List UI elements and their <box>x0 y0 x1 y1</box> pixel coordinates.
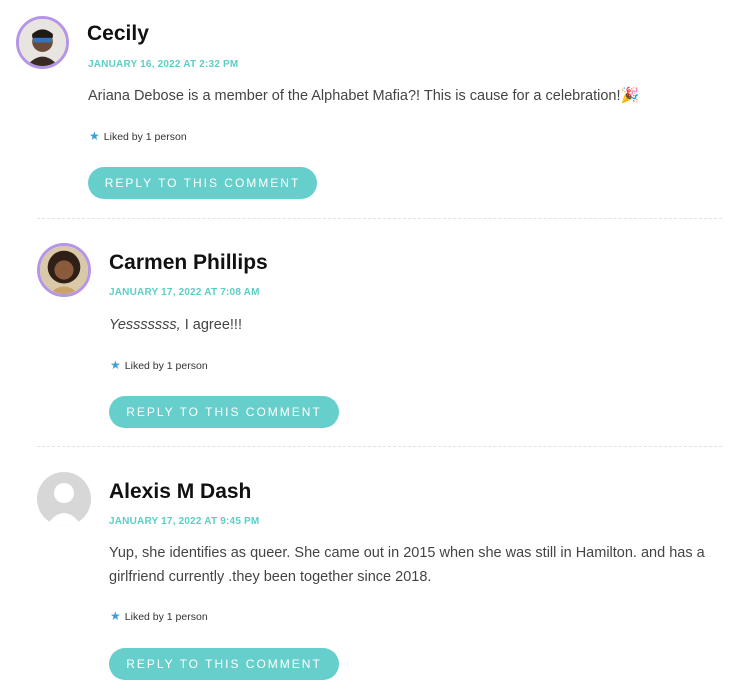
comment-text: Ariana Debose is a member of the Alphabe… <box>88 88 621 104</box>
reply-button[interactable]: REPLY TO THIS COMMENT <box>88 167 317 199</box>
likes-text: Liked by 1 person <box>124 360 208 372</box>
reply-button[interactable]: REPLY TO THIS COMMENT <box>109 648 339 680</box>
party-popper-icon: 🎉 <box>620 87 640 104</box>
comment-divider <box>37 218 722 219</box>
comment-text-line: Yup, she identifies as queer. She came o… <box>109 545 705 561</box>
star-icon: ★ <box>89 129 100 143</box>
comment-date-link[interactable]: JANUARY 16, 2022 AT 2:32 PM <box>88 59 238 70</box>
comment-body: Yesssssss, I agree!!! <box>109 313 709 337</box>
default-user-avatar-icon <box>37 472 91 526</box>
likes-text: Liked by 1 person <box>103 131 187 143</box>
comment-text: I agree!!! <box>180 317 242 333</box>
star-icon: ★ <box>110 358 121 372</box>
likes-info[interactable]: ★ Liked by 1 person <box>89 129 187 143</box>
comment-body: Yup, she identifies as queer. She came o… <box>109 541 709 589</box>
likes-info[interactable]: ★ Liked by 1 person <box>110 358 208 372</box>
likes-text: Liked by 1 person <box>124 611 208 623</box>
comment-author[interactable]: Alexis M Dash <box>109 480 251 504</box>
comment-date-link[interactable]: JANUARY 17, 2022 AT 9:45 PM <box>109 516 259 527</box>
avatar-alexis-m-dash[interactable] <box>37 472 91 526</box>
comment-body: Ariana Debose is a member of the Alphabe… <box>88 84 688 108</box>
comment-author[interactable]: Carmen Phillips <box>109 251 268 275</box>
avatar-cecily[interactable] <box>16 16 69 69</box>
comment-author[interactable]: Cecily <box>87 22 149 46</box>
comment-date-link[interactable]: JANUARY 17, 2022 AT 7:08 AM <box>109 287 260 298</box>
reply-button[interactable]: REPLY TO THIS COMMENT <box>109 396 339 428</box>
avatar-carmen-phillips[interactable] <box>37 243 91 297</box>
avatar-image <box>40 246 88 294</box>
comment-text-line: girlfriend currently .they been together… <box>109 569 432 585</box>
likes-info[interactable]: ★ Liked by 1 person <box>110 609 208 623</box>
star-icon: ★ <box>110 609 121 623</box>
comment-text-emphasis: Yesssssss, <box>109 317 181 333</box>
avatar-image <box>19 19 66 66</box>
comment-divider <box>37 446 722 447</box>
